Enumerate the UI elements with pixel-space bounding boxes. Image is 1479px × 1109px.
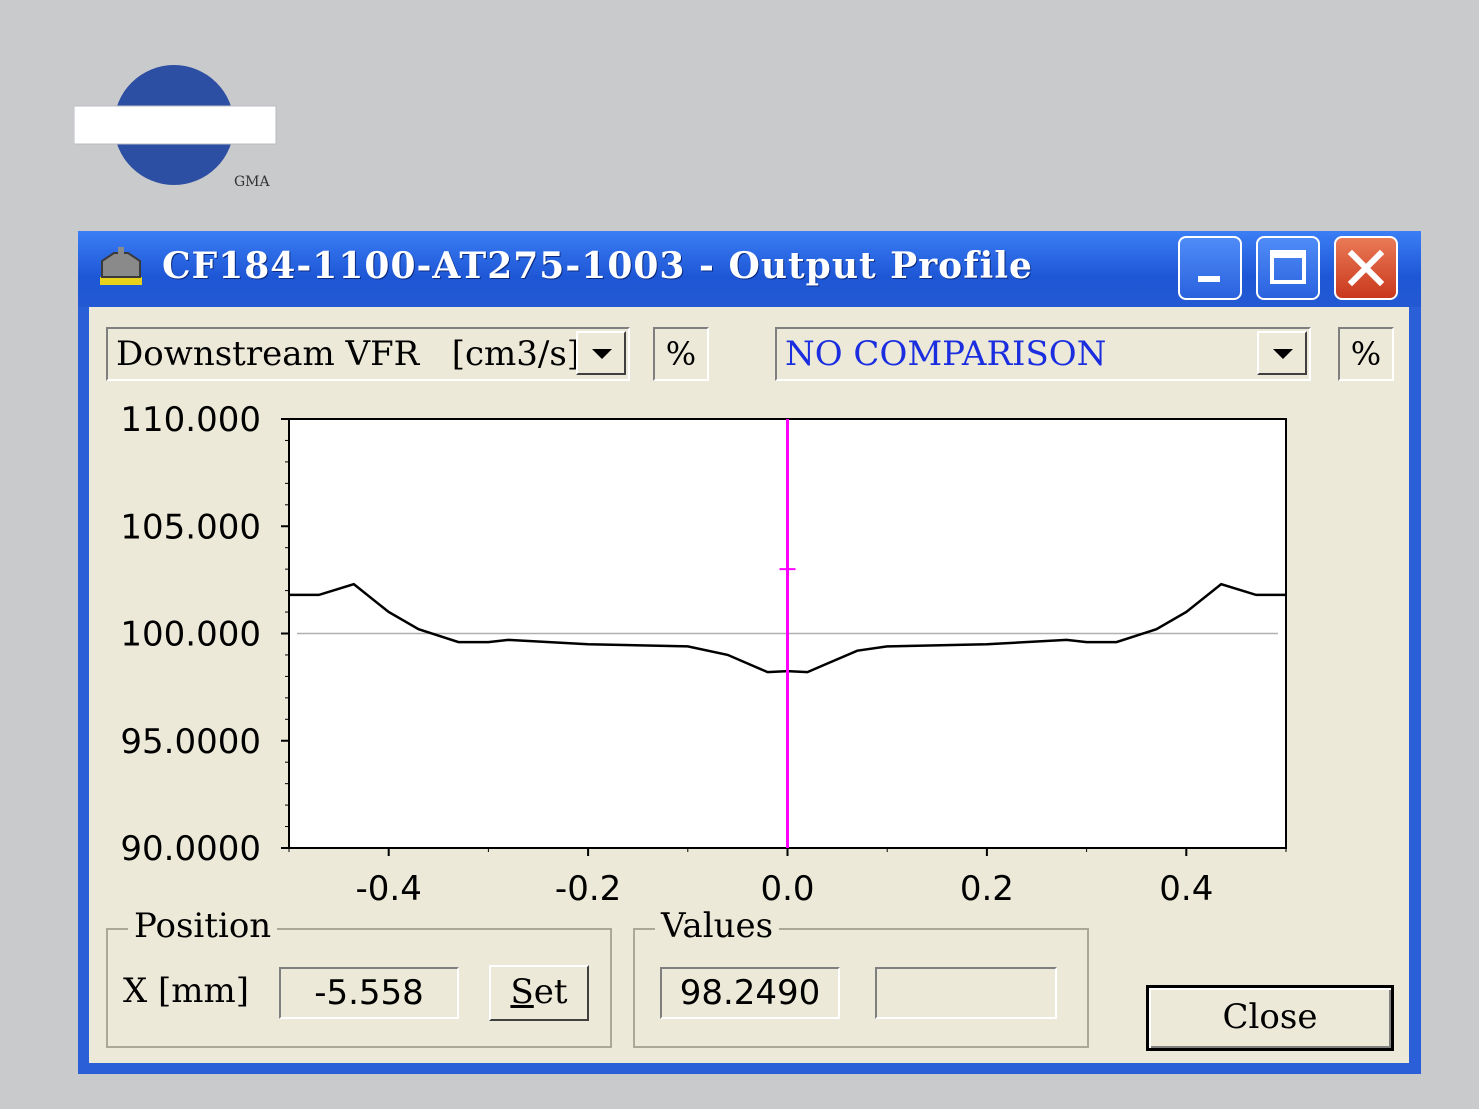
values-group-label: Values: [655, 906, 780, 946]
x-tick-label: -0.4: [356, 869, 422, 909]
position-group-label: Position: [128, 906, 278, 946]
maximize-button[interactable]: [1256, 236, 1320, 300]
close-button[interactable]: Close: [1146, 985, 1394, 1051]
y-tick-label: 100.000: [120, 615, 261, 655]
x-tick-label: 0.2: [960, 869, 1014, 909]
logo-text: GMA: [234, 174, 271, 190]
maximize-icon: [1270, 250, 1306, 284]
minimize-button[interactable]: [1178, 236, 1242, 300]
value-field-2[interactable]: [875, 967, 1057, 1019]
x-tick-label: 0.0: [760, 869, 814, 909]
x-position-field[interactable]: -5.558: [279, 967, 459, 1019]
y-tick-label: 95.0000: [120, 722, 261, 762]
x-tick-label: 0.4: [1159, 869, 1213, 909]
x-tick-label: -0.2: [555, 869, 621, 909]
gma-logo: GMA: [73, 62, 284, 192]
title-bar[interactable]: CF184-1100-AT275-1003 - Output Profile: [78, 231, 1421, 307]
y-tick-label: 110.000: [120, 400, 261, 440]
y-tick-label: 90.0000: [120, 829, 261, 869]
close-window-button[interactable]: [1334, 236, 1398, 300]
set-button[interactable]: Set: [489, 965, 589, 1021]
y-tick-label: 105.000: [120, 507, 261, 547]
x-mm-label: X [mm]: [123, 971, 250, 1011]
value-field-1[interactable]: 98.2490: [660, 967, 840, 1019]
app-icon: [100, 247, 142, 285]
window-title: CF184-1100-AT275-1003 - Output Profile: [162, 245, 1033, 287]
dialog-client-area: Downstream VFR [cm3/s] % NO COMPARISON %…: [89, 307, 1409, 1063]
minimize-icon: [1198, 276, 1220, 282]
close-icon: [1347, 249, 1385, 287]
output-profile-window: CF184-1100-AT275-1003 - Output Profile D…: [78, 231, 1421, 1074]
